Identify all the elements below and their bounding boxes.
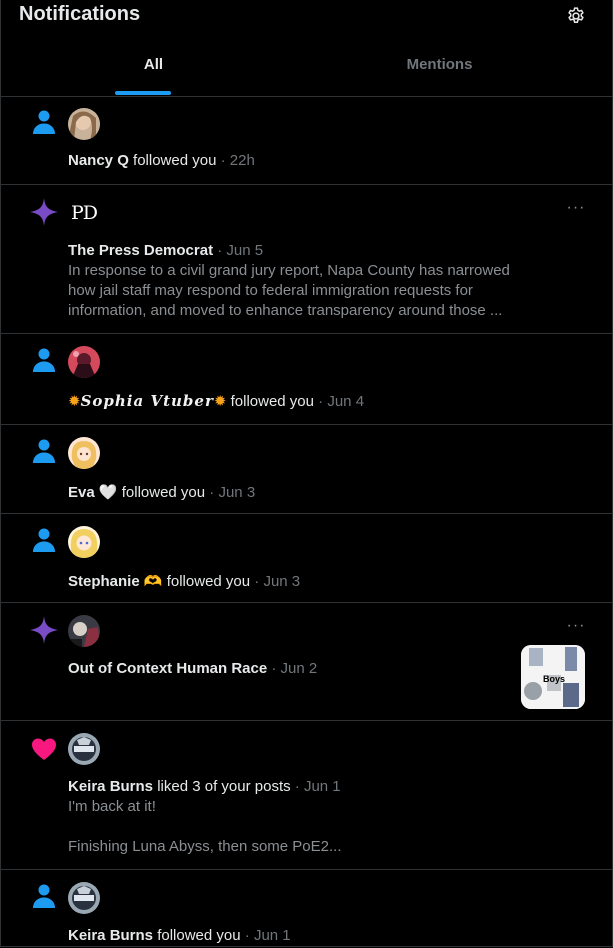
notification-item[interactable]: Stephanie 🫶 followed you · Jun 3	[1, 514, 612, 603]
notifications-header: Notifications All Mentions	[1, 0, 612, 97]
post-text-line	[68, 817, 538, 837]
post-text-line: how jail staff may respond to federal im…	[68, 282, 473, 299]
timestamp: Jun 2	[280, 660, 318, 677]
tab-mentions[interactable]: Mentions	[287, 34, 592, 95]
avatar[interactable]: PD	[68, 197, 100, 229]
notification-item[interactable]: ··· Out of Context Human Race · Jun 2 Bo…	[1, 603, 612, 721]
notifications-panel: Notifications All Mentions Nancy Q follo…	[0, 0, 613, 947]
notification-line: ✹Sophia Vtuber✹ followed you · Jun 4	[68, 392, 364, 410]
person-icon	[33, 884, 55, 908]
page-title: Notifications	[19, 3, 141, 25]
notification-item[interactable]: Nancy Q followed you · 22h	[1, 96, 612, 185]
active-tab-indicator	[115, 91, 171, 95]
timestamp: Jun 5	[226, 242, 264, 259]
action-text: followed you	[230, 393, 314, 410]
post-text-line: In response to a civil grand jury report…	[68, 262, 510, 279]
timestamp: Jun 3	[218, 484, 256, 501]
person-icon	[33, 348, 55, 372]
more-options-button[interactable]: ···	[565, 618, 587, 635]
notification-line: Keira Burns liked 3 of your posts · Jun …	[68, 778, 341, 795]
avatar[interactable]	[68, 526, 100, 558]
notification-item[interactable]: ✹Sophia Vtuber✹ followed you · Jun 4	[1, 334, 612, 425]
sun-emoji: ✹	[213, 393, 227, 410]
notification-line: Nancy Q followed you · 22h	[68, 152, 255, 169]
heart-icon	[32, 738, 56, 760]
notification-line: Out of Context Human Race · Jun 2	[68, 660, 317, 677]
notification-line: Stephanie 🫶 followed you · Jun 3	[68, 572, 300, 590]
action-text: followed you	[121, 484, 206, 501]
tab-all[interactable]: All	[1, 34, 306, 95]
notification-item[interactable]: Eva 🤍 followed you · Jun 3	[1, 425, 612, 514]
timestamp: Jun 3	[263, 573, 301, 590]
post-text-line: Finishing Luna Abyss, then some PoE2...	[68, 838, 342, 855]
user-name[interactable]: Out of Context Human Race	[68, 660, 267, 677]
avatar[interactable]	[68, 882, 100, 914]
timestamp: Jun 1	[303, 778, 341, 795]
post-preview: In response to a civil grand jury report…	[68, 261, 538, 321]
user-name[interactable]: ✹Sophia Vtuber✹	[68, 392, 227, 410]
person-icon	[33, 110, 55, 134]
person-icon	[33, 439, 55, 463]
avatar[interactable]	[68, 733, 100, 765]
avatar[interactable]	[68, 346, 100, 378]
white-heart-emoji: 🤍	[98, 484, 118, 501]
more-options-button[interactable]: ···	[565, 200, 587, 217]
notification-line: Eva 🤍 followed you · Jun 3	[68, 483, 255, 501]
user-name[interactable]: Stephanie 🫶	[68, 573, 163, 590]
user-name[interactable]: Eva 🤍	[68, 484, 118, 501]
timestamp: Jun 1	[253, 927, 291, 944]
notification-line: Keira Burns followed you · Jun 1	[68, 927, 291, 944]
post-thumbnail[interactable]: Boys	[521, 645, 585, 709]
notification-item[interactable]: Keira Burns liked 3 of your posts · Jun …	[1, 721, 612, 870]
tab-mentions-label: Mentions	[406, 56, 473, 73]
user-name[interactable]: The Press Democrat	[68, 242, 213, 259]
user-name[interactable]: Keira Burns	[68, 778, 153, 795]
sun-emoji: ✹	[68, 393, 81, 410]
avatar[interactable]	[68, 437, 100, 469]
sparkle-icon	[30, 198, 58, 226]
user-name[interactable]: Nancy Q	[68, 152, 129, 169]
post-text-line: I'm back at it!	[68, 798, 156, 815]
gear-icon[interactable]	[566, 6, 586, 26]
separator: ·	[220, 152, 226, 169]
sparkle-icon	[30, 616, 58, 644]
avatar-logo-text: PD	[71, 202, 98, 224]
person-icon	[33, 528, 55, 552]
user-name[interactable]: Keira Burns	[68, 927, 153, 944]
thumbnail-caption: Boys	[543, 674, 566, 684]
post-text-line: information, and moved to enhance transp…	[68, 302, 503, 319]
action-text: followed you	[133, 152, 217, 169]
notification-line: The Press Democrat · Jun 5	[68, 242, 263, 259]
timestamp: 22h	[229, 152, 255, 169]
post-preview: I'm back at it! Finishing Luna Abyss, th…	[68, 797, 538, 857]
notification-item[interactable]: PD ··· The Press Democrat · Jun 5 In res…	[1, 185, 612, 334]
action-text: liked 3 of your posts	[157, 778, 291, 795]
action-text: followed you	[157, 927, 241, 944]
avatar[interactable]	[68, 615, 100, 647]
tab-all-label: All	[143, 56, 164, 73]
avatar[interactable]	[68, 108, 100, 140]
notification-item[interactable]: Keira Burns followed you · Jun 1	[1, 870, 612, 946]
timestamp: Jun 4	[327, 393, 365, 410]
action-text: followed you	[166, 573, 251, 590]
heart-hands-emoji: 🫶	[143, 573, 163, 590]
